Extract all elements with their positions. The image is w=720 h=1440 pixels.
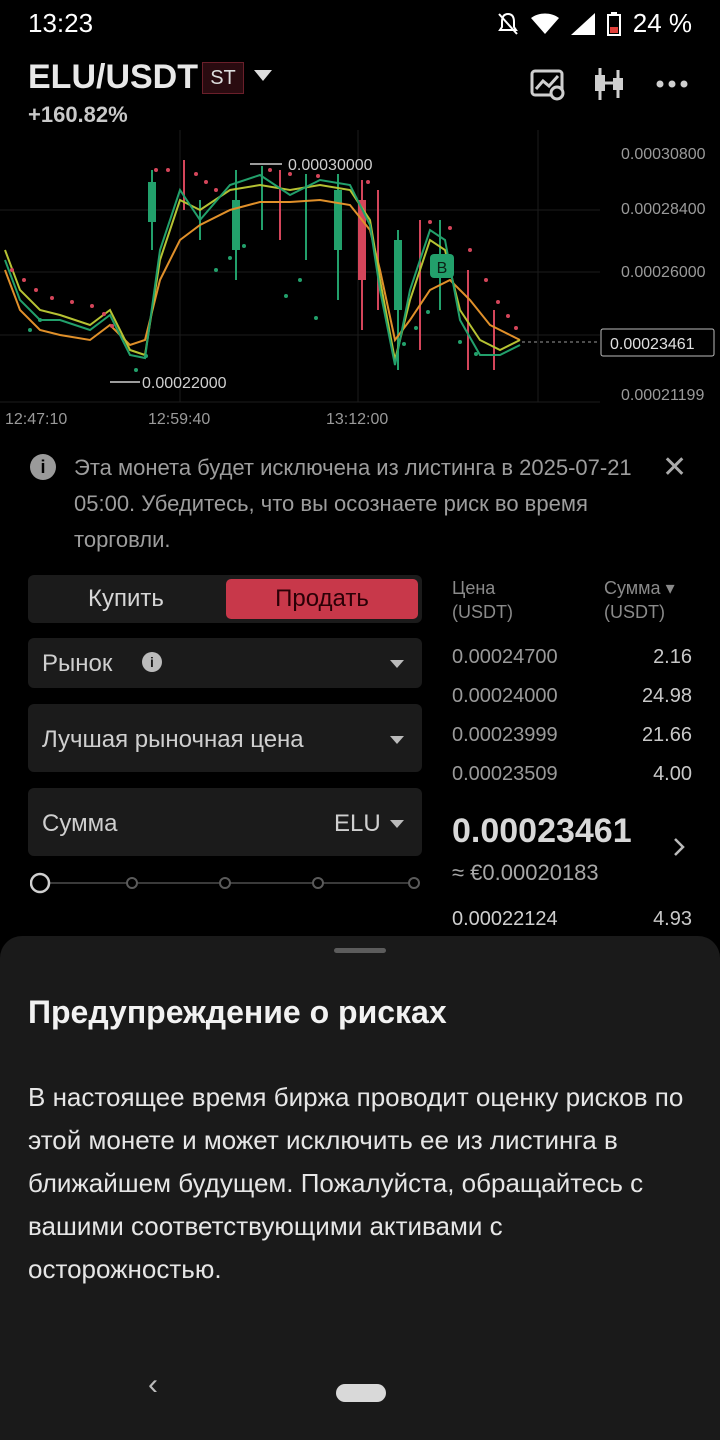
notice-text: Эта монета будет исключена из листинга в… — [74, 455, 632, 552]
side-selector: Купить Продать — [28, 575, 422, 623]
ask-amount: 2.16 — [653, 646, 692, 668]
ask-row[interactable]: 0.00023509 4.00 — [452, 763, 692, 799]
sheet-title: Предупреждение о рисках — [28, 994, 447, 1030]
nav-home-pill[interactable] — [336, 1384, 386, 1402]
notifications-off-icon — [497, 12, 518, 35]
price-chart[interactable]: B 0.00030000 0.00022000 0.00030800 0.000… — [0, 130, 720, 430]
ask-row[interactable]: 0.00024000 24.98 — [452, 685, 692, 721]
price-header: Цена (USDT) — [452, 576, 513, 624]
sar-dots-up — [28, 244, 478, 372]
order-type-select[interactable]: Рынок i — [28, 638, 422, 688]
price-mode-label: Лучшая рыночная цена — [42, 726, 304, 753]
amount-header[interactable]: Сумма ▾ (USDT) — [604, 576, 675, 624]
ask-price: 0.00023999 — [452, 724, 558, 746]
chevron-down-icon — [390, 736, 404, 744]
status-icons: 24 % — [497, 8, 692, 39]
ask-amount: 21.66 — [641, 724, 692, 746]
ask-amount: 24.98 — [641, 685, 692, 707]
low-label: 0.00022000 — [142, 375, 227, 392]
chevron-down-icon[interactable] — [254, 70, 272, 81]
info-icon[interactable]: i — [142, 652, 162, 672]
nav-back-icon[interactable]: ‹ — [148, 1368, 158, 1402]
sheet-drag-handle[interactable] — [334, 948, 386, 953]
x-tick: 12:59:40 — [148, 411, 210, 428]
risk-warning-sheet: Предупреждение о рисках В настоящее врем… — [0, 936, 720, 1440]
x-tick: 13:12:00 — [326, 411, 388, 428]
wifi-icon — [530, 13, 559, 34]
st-badge: ST — [202, 62, 244, 94]
y-tick: 0.00028400 — [621, 201, 706, 218]
high-label: 0.00030000 — [288, 157, 373, 174]
x-tick: 12:47:10 — [5, 411, 67, 428]
bid-amount: 4.93 — [653, 908, 692, 930]
more-icon[interactable] — [654, 66, 690, 102]
price-change: +160.82% — [28, 102, 128, 127]
chevron-down-icon — [390, 820, 404, 828]
ask-row[interactable]: 0.00024700 2.16 — [452, 646, 692, 682]
candlestick-icon[interactable] — [592, 66, 628, 102]
order-type-label: Рынок — [42, 650, 113, 677]
battery-icon — [606, 11, 621, 36]
current-price-label: 0.00023461 — [610, 336, 695, 353]
status-bar: 13:23 24 % — [0, 0, 720, 44]
caret-down-icon: ▾ — [665, 578, 675, 598]
sheet-body: В настоящее время биржа проводит оценку … — [28, 1082, 684, 1284]
price-header-label: Цена — [452, 578, 496, 598]
chevron-down-icon — [390, 660, 404, 668]
last-price[interactable]: 0.00023461 — [452, 812, 632, 851]
sell-tab[interactable]: Продать — [226, 579, 418, 619]
amount-header-label: Сумма — [604, 578, 661, 598]
bid-price: 0.00022124 — [452, 908, 558, 930]
chevron-right-icon[interactable] — [670, 836, 688, 858]
delisting-notice: i Эта монета будет исключена из листинга… — [0, 432, 720, 560]
ask-row[interactable]: 0.00023999 21.66 — [452, 724, 692, 760]
y-tick: 0.00026000 — [621, 264, 706, 281]
amount-label: Сумма — [42, 810, 118, 837]
battery-level: 24 % — [632, 8, 692, 38]
amount-slider[interactable] — [30, 872, 422, 894]
pair-title[interactable]: ELU/USDT — [28, 58, 198, 97]
ask-price: 0.00024000 — [452, 685, 558, 707]
amount-header-unit: (USDT) — [604, 602, 665, 622]
buy-tab[interactable]: Купить — [28, 575, 224, 623]
close-icon[interactable]: ✕ — [662, 450, 687, 485]
status-time: 13:23 — [28, 8, 94, 38]
eur-price: ≈ €0.00020183 — [452, 860, 599, 885]
y-tick: 0.00030800 — [621, 146, 706, 163]
signal-icon — [570, 12, 595, 35]
slider-thumb — [30, 872, 51, 894]
amount-field[interactable]: Сумма ELU — [28, 788, 422, 856]
y-tick: 0.00021199 — [621, 387, 704, 404]
ask-price: 0.00023509 — [452, 763, 558, 785]
b-marker-label: B — [437, 260, 448, 277]
price-header-unit: (USDT) — [452, 602, 513, 622]
ask-price: 0.00024700 — [452, 646, 558, 668]
ask-amount: 4.00 — [653, 763, 692, 785]
info-icon: i — [30, 454, 56, 480]
chart-settings-icon[interactable] — [530, 66, 566, 102]
price-mode-select[interactable]: Лучшая рыночная цена — [28, 704, 422, 772]
amount-unit[interactable]: ELU — [334, 810, 381, 838]
